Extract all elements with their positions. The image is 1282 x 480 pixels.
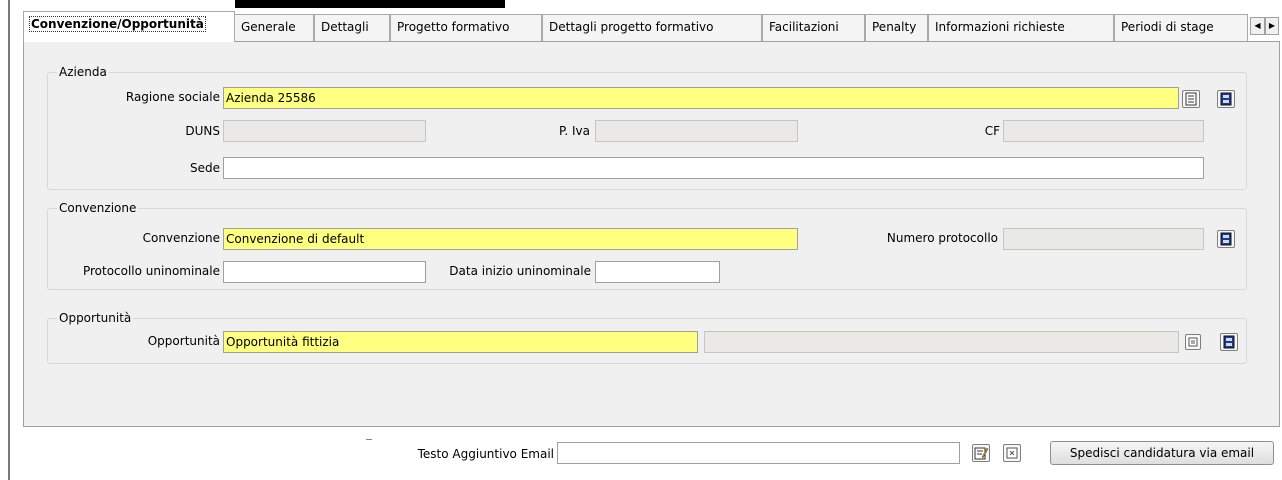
scroll-right-icon[interactable]: ▶ [1265, 17, 1279, 35]
send-email-button[interactable]: Spedisci candidatura via email [1050, 441, 1274, 465]
lookup-icon[interactable] [1185, 334, 1201, 350]
testo-aggiuntivo-label: Testo Aggiuntivo Email [417, 447, 554, 461]
ragione-sociale-label: Ragione sociale [125, 90, 220, 104]
numero-protocollo-label: Numero protocollo [886, 231, 998, 245]
opportunita-label: Opportunità [147, 334, 220, 348]
tab-dettagli[interactable]: Dettagli [314, 14, 390, 41]
numero-protocollo-field [1003, 228, 1204, 250]
clipped-title [235, 0, 505, 8]
sede-field[interactable] [223, 157, 1204, 179]
tab-periodi-di-stage[interactable]: Periodi di stage [1114, 14, 1248, 41]
edit-icon[interactable] [972, 444, 990, 462]
clear-icon[interactable] [1003, 444, 1021, 462]
save-icon[interactable] [1217, 230, 1235, 248]
tab-facilitazioni[interactable]: Facilitazioni [762, 14, 865, 41]
opportunita-extra-field [704, 331, 1179, 353]
tab-penalty[interactable]: Penalty [865, 14, 928, 41]
azienda-group-title: Azienda [57, 65, 109, 79]
testo-aggiuntivo-field[interactable] [557, 442, 960, 464]
sede-label: Sede [190, 161, 220, 175]
duns-field [223, 120, 426, 142]
convenzione-label: Convenzione [142, 231, 220, 245]
cf-field [1003, 120, 1204, 142]
tab-generale[interactable]: Generale [234, 14, 314, 41]
protocollo-uninominale-field[interactable] [223, 261, 426, 283]
data-inizio-uninominale-label: Data inizio uninominale [449, 264, 591, 278]
save-icon[interactable] [1220, 333, 1238, 351]
opportunita-group-title: Opportunità [57, 311, 134, 325]
convenzione-group-title: Convenzione [57, 201, 139, 215]
tab-progetto-formativo[interactable]: Progetto formativo [390, 14, 542, 41]
cf-label: CF [984, 124, 1000, 138]
window-border [8, 0, 10, 480]
tab-informazioni-richieste[interactable]: Informazioni richieste [928, 14, 1114, 41]
convenzione-field[interactable]: Convenzione di default [223, 228, 798, 250]
tab-dettagli-progetto-formativo[interactable]: Dettagli progetto formativo [542, 14, 762, 41]
protocollo-uninominale-label: Protocollo uninominale [82, 264, 220, 278]
duns-label: DUNS [185, 124, 220, 138]
save-icon[interactable] [1217, 90, 1235, 108]
data-inizio-uninominale-field[interactable] [595, 261, 720, 283]
list-icon[interactable] [1182, 90, 1200, 108]
splitter-grip[interactable] [366, 439, 372, 440]
opportunita-field[interactable]: Opportunità fittizia [223, 331, 698, 353]
ragione-sociale-field[interactable]: Azienda 25586 [223, 87, 1179, 109]
piva-label: P. Iva [559, 124, 590, 138]
piva-field [595, 120, 798, 142]
tab-convenzione-opportunita[interactable]: Convenzione/Opportunità [23, 11, 235, 42]
scroll-left-icon[interactable]: ◀ [1250, 17, 1265, 35]
